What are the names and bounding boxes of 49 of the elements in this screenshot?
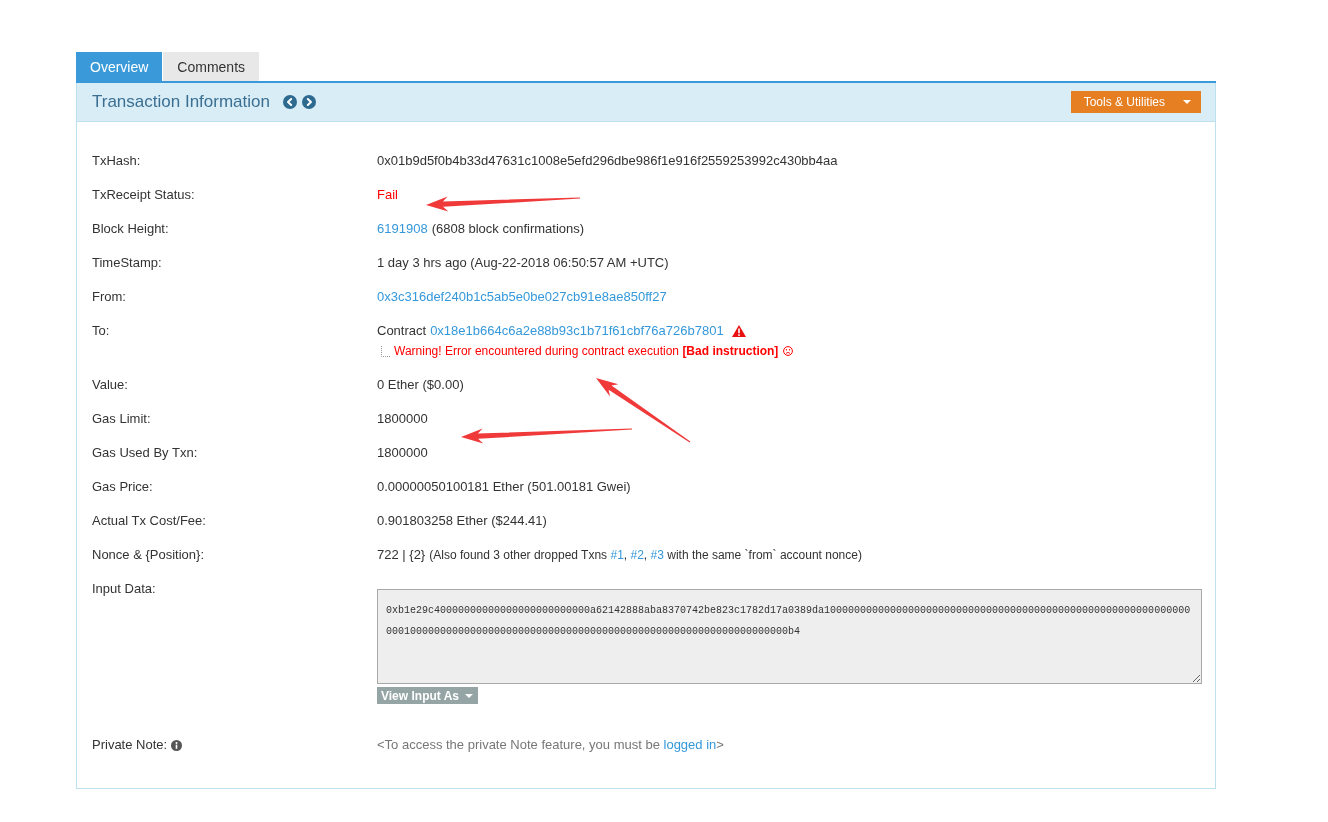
address-link[interactable]: 0x18e1b664c6a2e88b93c1b71f61cbf76a726b7801 <box>430 321 724 341</box>
status-value: Fail <box>377 186 398 204</box>
tab[interactable]: Comments <box>163 52 260 81</box>
field-label: TimeStamp: <box>92 254 162 272</box>
warning-message: Warning! Error encountered during contract execution [Bad instruction] <box>394 343 779 360</box>
field-label: To: <box>92 322 110 340</box>
field-value: 1 day 3 hrs ago (Aug-22-2018 06:50:57 AM +UTC) <box>377 254 669 272</box>
sad-face-icon <box>783 346 794 356</box>
field-value: 722 | {2} <box>377 546 426 564</box>
panel-title: Transaction Information <box>92 92 270 112</box>
field-value: 0.00000050100181 Ether (501.00181 Gwei) <box>377 478 631 496</box>
field-label: From: <box>92 288 126 306</box>
input-data-field[interactable]: 0xb1e29c40000000000000000000000000a62142888aba8370742be823c1782d17a0389da10000000000000000000000000000000000000000000000000000000000000001000000000000000000000000000000000000000000000000000000000000000b4 <box>377 589 1202 684</box>
caret-icon <box>1183 100 1191 104</box>
field-label: TxReceipt Status: <box>92 186 195 204</box>
txn-link[interactable]: #2 <box>630 548 644 562</box>
private-note-text: <To access the private Note feature, you must be logged in> <box>377 736 724 754</box>
warning-icon <box>731 325 746 337</box>
field-label: Gas Price: <box>92 478 153 496</box>
field-label: TxHash: <box>92 152 141 170</box>
view-input-as-button[interactable]: View Input As <box>377 687 478 704</box>
field-value: 1800000 <box>377 444 428 462</box>
field-label: Gas Limit: <box>92 410 151 428</box>
field-label: Actual Tx Cost/Fee: <box>92 512 206 530</box>
address-link[interactable]: 0x3c316def240b1c5ab5e0be027cb91e8ae850ff27 <box>377 287 667 307</box>
field-label: Input Data: <box>92 580 156 598</box>
txn-link[interactable]: #3 <box>650 548 664 562</box>
chevron-right-icon[interactable] <box>301 95 316 109</box>
field-value: 0x01b9d5f0b4b33d47631c1008e5efd296dbe986f1e916f2559253992c430bb4aa <box>377 152 838 170</box>
caret-icon <box>465 693 473 698</box>
field-value: Contract <box>377 322 427 340</box>
tools-button[interactable]: Tools & Utilities <box>1070 91 1201 113</box>
txn-link[interactable]: #1 <box>610 548 624 562</box>
login-link[interactable]: logged in <box>663 737 717 752</box>
field-value: 0.901803258 Ether ($244.41) <box>377 512 547 530</box>
field-value: (6808 block confirmations) <box>431 220 585 238</box>
tree-connector-icon <box>381 345 391 357</box>
block-link[interactable]: 6191908 <box>377 219 428 239</box>
tab[interactable]: Overview <box>76 52 163 81</box>
field-label: Private Note: <box>92 736 168 754</box>
field-value: 0 Ether ($0.00) <box>377 376 464 394</box>
field-label: Value: <box>92 376 128 394</box>
field-label: Gas Used By Txn: <box>92 444 198 462</box>
dropped-txns-note: (Also found 3 other dropped Txns #1, #2, #3 with the same `from` account nonce) <box>429 547 862 564</box>
info-icon <box>171 739 183 751</box>
field-value: 1800000 <box>377 410 428 428</box>
chevron-left-icon[interactable] <box>282 95 297 109</box>
field-label: Nonce & {Position}: <box>92 546 205 564</box>
field-label: Block Height: <box>92 220 169 238</box>
